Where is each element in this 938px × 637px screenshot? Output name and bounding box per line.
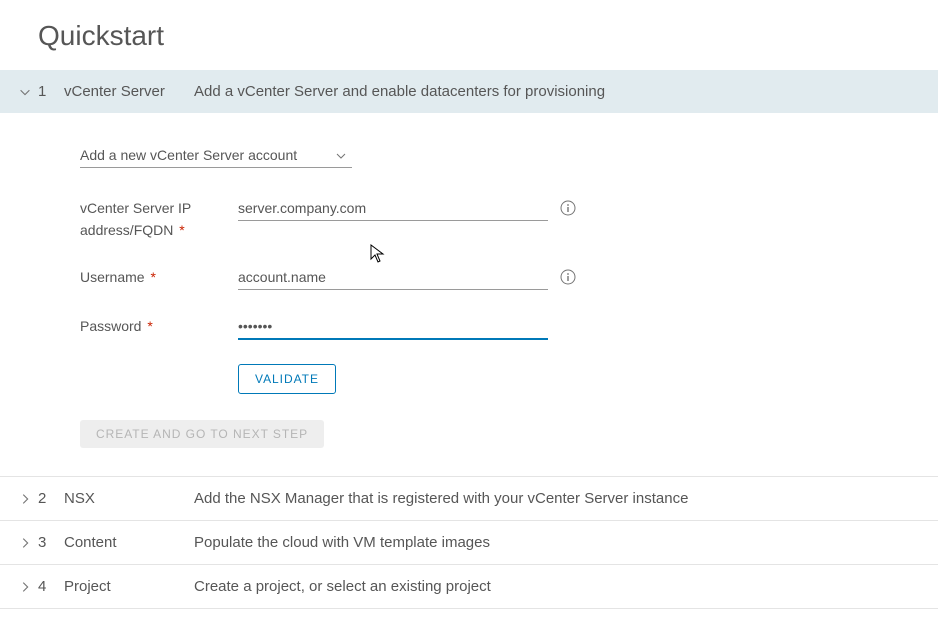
server-input[interactable]	[238, 196, 548, 221]
required-mark: *	[143, 318, 152, 334]
step-label: NSX	[64, 490, 184, 507]
info-icon[interactable]	[560, 200, 576, 216]
step-header-project[interactable]: 4 Project Create a project, or select an…	[0, 565, 938, 609]
account-select-value: Add a new vCenter Server account	[80, 147, 297, 163]
server-label: vCenter Server IP address/FQDN *	[80, 196, 238, 241]
step-number: 1	[38, 83, 58, 100]
username-input[interactable]	[238, 265, 548, 290]
step-number: 4	[38, 578, 58, 595]
password-label: Password *	[80, 314, 238, 338]
step-label: vCenter Server	[64, 83, 184, 100]
create-next-button: CREATE AND GO TO NEXT STEP	[80, 420, 324, 448]
step-header-nsx[interactable]: 2 NSX Add the NSX Manager that is regist…	[0, 477, 938, 521]
step-header-vcenter[interactable]: 1 vCenter Server Add a vCenter Server an…	[0, 70, 938, 113]
chevron-down-icon	[18, 85, 32, 99]
step-desc: Add a vCenter Server and enable datacent…	[194, 83, 605, 100]
chevron-down-icon	[336, 151, 346, 161]
step-desc: Create a project, or select an existing …	[194, 578, 491, 595]
page-title: Quickstart	[0, 0, 938, 70]
password-input[interactable]	[238, 314, 548, 340]
info-icon[interactable]	[560, 269, 576, 285]
step-desc: Add the NSX Manager that is registered w…	[194, 490, 688, 507]
step-body-vcenter: Add a new vCenter Server account vCenter…	[0, 113, 938, 477]
chevron-right-icon	[18, 536, 32, 550]
username-label: Username *	[80, 265, 238, 289]
required-mark: *	[147, 269, 156, 285]
step-number: 2	[38, 490, 58, 507]
chevron-right-icon	[18, 580, 32, 594]
step-label: Project	[64, 578, 184, 595]
step-desc: Populate the cloud with VM template imag…	[194, 534, 490, 551]
required-mark: *	[175, 222, 184, 238]
step-label: Content	[64, 534, 184, 551]
step-number: 3	[38, 534, 58, 551]
step-header-content[interactable]: 3 Content Populate the cloud with VM tem…	[0, 521, 938, 565]
chevron-right-icon	[18, 492, 32, 506]
account-select[interactable]: Add a new vCenter Server account	[80, 143, 352, 168]
validate-button[interactable]: VALIDATE	[238, 364, 336, 394]
